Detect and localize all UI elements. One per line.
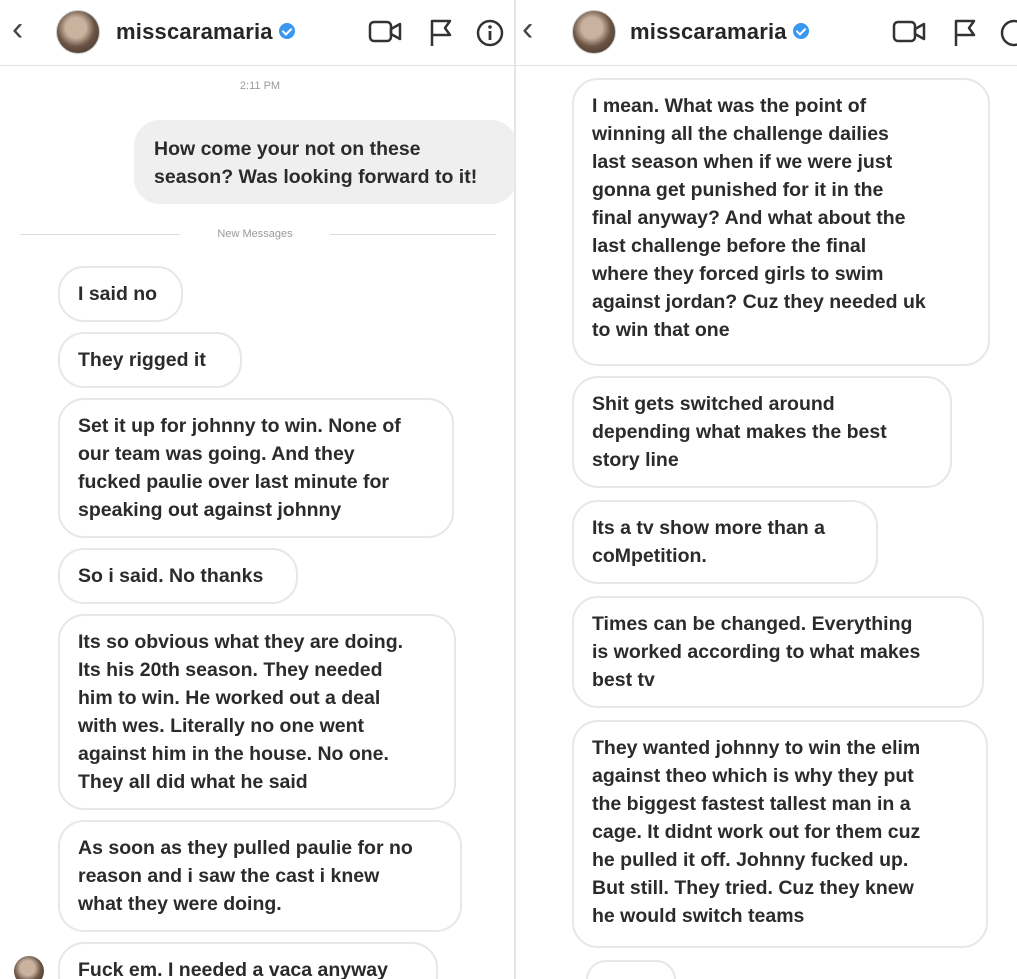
flag-icon[interactable] <box>428 18 454 48</box>
info-icon[interactable] <box>474 18 506 50</box>
video-call-icon[interactable] <box>368 18 404 46</box>
message-bubble[interactable]: So i said. No thanks <box>58 548 298 604</box>
left-chat-panel: ‹ misscaramaria 2:11 PM How come your no… <box>0 0 514 979</box>
message-bubble[interactable]: Its a tv show more than a coMpetition. <box>572 500 878 584</box>
message-bubble[interactable]: They wanted johnny to win the elim again… <box>572 720 988 948</box>
back-chevron-icon[interactable]: ‹ <box>522 12 533 46</box>
message-bubble[interactable]: As soon as they pulled paulie for no rea… <box>58 820 462 932</box>
username: misscaramaria <box>630 19 787 44</box>
verified-badge-icon <box>792 23 809 40</box>
sender-avatar <box>14 956 44 979</box>
video-call-icon[interactable] <box>892 18 928 46</box>
new-messages-divider-right <box>330 234 496 235</box>
message-bubble[interactable]: Its so obvious what they are doing. Its … <box>58 614 456 810</box>
username-link[interactable]: misscaramaria <box>116 19 295 45</box>
avatar[interactable] <box>572 10 616 54</box>
info-icon[interactable] <box>998 18 1017 50</box>
right-chat-panel: ‹ misscaramaria I mean. What was the poi… <box>516 0 1017 979</box>
back-chevron-icon[interactable]: ‹ <box>12 12 23 46</box>
sent-message-bubble[interactable]: How come your not on these season? Was l… <box>134 120 514 204</box>
message-bubble[interactable]: I said no <box>58 266 183 322</box>
message-bubble[interactable]: Times can be changed. Everything is work… <box>572 596 984 708</box>
new-messages-label: New Messages <box>217 228 293 240</box>
message-timestamp: 2:11 PM <box>239 80 281 92</box>
new-messages-divider-left <box>20 234 180 235</box>
message-bubble[interactable]: Set it up for johnny to win. None of our… <box>58 398 454 538</box>
message-bubble[interactable]: Fuck em. I needed a vaca anyway <box>58 942 438 979</box>
chat-header: ‹ misscaramaria <box>516 0 1017 66</box>
message-bubble[interactable]: I mean. What was the point of winning al… <box>572 78 990 366</box>
avatar[interactable] <box>56 10 100 54</box>
username-link[interactable]: misscaramaria <box>630 19 809 45</box>
message-bubble[interactable]: They rigged it <box>58 332 242 388</box>
username: misscaramaria <box>116 19 273 44</box>
message-bubble[interactable]: Shit gets switched around depending what… <box>572 376 952 488</box>
partial-message-bubble[interactable] <box>586 960 676 979</box>
flag-icon[interactable] <box>952 18 978 48</box>
chat-header: ‹ misscaramaria <box>0 0 514 66</box>
verified-badge-icon <box>278 23 295 40</box>
